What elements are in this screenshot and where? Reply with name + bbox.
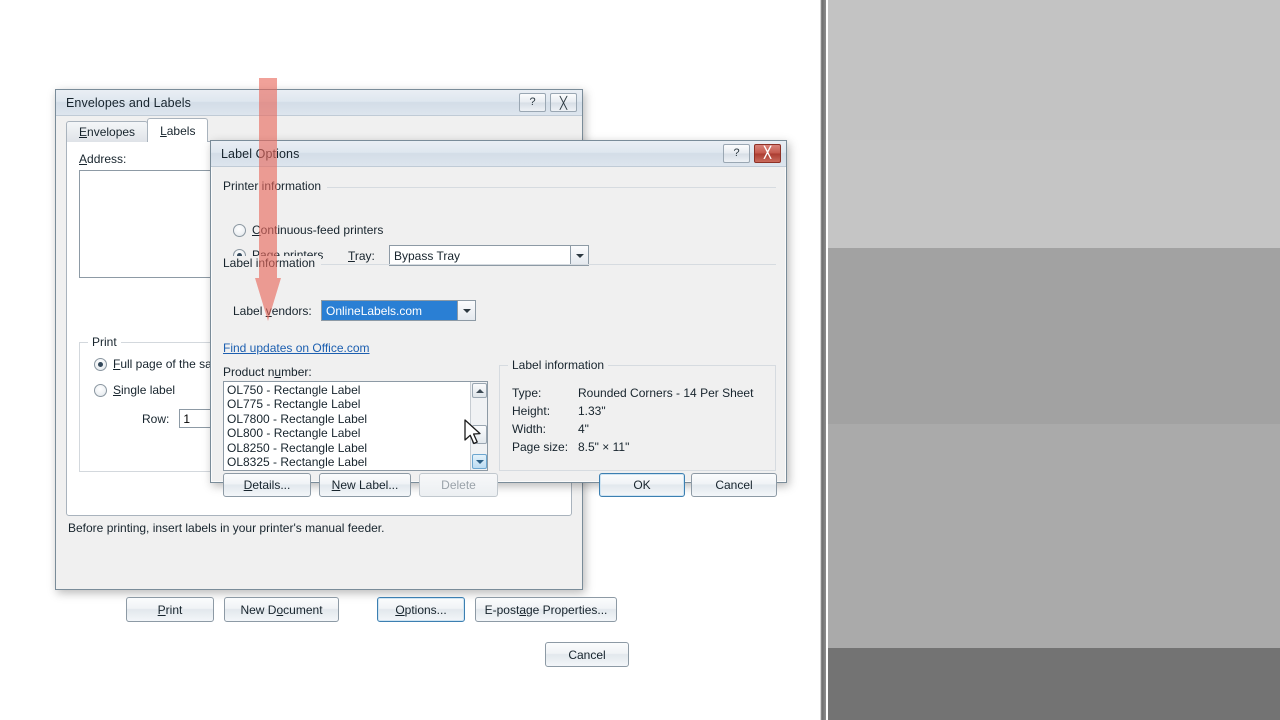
ok-button[interactable]: OK [599, 473, 685, 497]
background-band-2 [828, 140, 1280, 248]
envelopes-tabstrip: Envelopes Labels [66, 118, 209, 142]
new-label-button-label: New Label... [331, 478, 399, 492]
list-item[interactable]: OL775 - Rectangle Label [227, 397, 470, 411]
tray-combobox[interactable]: Bypass Tray [389, 245, 589, 266]
tray-combobox-value: Bypass Tray [389, 245, 571, 266]
radio-continuous-feed-label: Continuous-feed printers [252, 223, 384, 237]
info-height-value: 1.33" [578, 404, 606, 418]
help-icon[interactable]: ? [519, 93, 546, 112]
label-options-cancel-button[interactable]: Cancel [691, 473, 777, 497]
details-button[interactable]: Details... [223, 473, 311, 497]
new-document-button-label: New Document [240, 602, 323, 617]
tab-envelopes-mnemonic: E [79, 125, 88, 139]
print-group-legend: Print [88, 335, 121, 349]
radio-full-page-indicator [94, 357, 107, 371]
tab-labels[interactable]: Labels [147, 118, 209, 142]
chevron-down-icon[interactable] [571, 245, 589, 266]
background-band-1 [828, 0, 1280, 140]
label-options-dialog: Label Options ? ╳ Printer information Co… [210, 140, 787, 497]
background-band-3 [828, 248, 1280, 424]
row-label: Row: [142, 411, 170, 426]
find-updates-link[interactable]: Find updates on Office.com [223, 341, 370, 355]
info-width-value: 4" [578, 422, 589, 436]
radio-continuous-feed[interactable]: Continuous-feed printers [233, 223, 383, 237]
tab-labels-label: abels [166, 123, 196, 138]
options-button[interactable]: Options... [377, 597, 465, 622]
options-button-label: Options... [395, 602, 447, 617]
label-vendors-label: Label vendors: [233, 304, 312, 318]
list-item[interactable]: OL7800 - Rectangle Label [227, 412, 470, 426]
address-mnemonic: A [79, 152, 88, 166]
radio-single-label[interactable]: Single label [94, 383, 175, 397]
delete-button: Delete [419, 473, 498, 497]
radio-continuous-feed-indicator [233, 223, 246, 237]
product-number-listbox[interactable]: OL750 - Rectangle Label OL775 - Rectangl… [223, 381, 488, 471]
label-options-titlebar[interactable]: Label Options ? ╳ [211, 141, 786, 167]
printer-information-legend: Printer information [223, 179, 328, 193]
label-vendors-combobox-value: OnlineLabels.com [321, 300, 458, 321]
info-pagesize-value: 8.5" × 11" [578, 440, 630, 454]
address-label: Address: [79, 152, 126, 166]
info-width-key: Width: [512, 422, 547, 436]
chevron-down-icon[interactable] [458, 300, 476, 321]
label-info-panel-legend: Label information [508, 358, 609, 372]
envelopes-titlebar-buttons: ? ╳ [519, 93, 577, 112]
help-icon[interactable]: ? [723, 144, 750, 163]
printer-information-group: Printer information [223, 179, 776, 193]
new-label-button[interactable]: New Label... [319, 473, 411, 497]
info-type-value: Rounded Corners - 14 Per Sheet [578, 386, 754, 400]
radio-single-label-label: Single label [113, 383, 176, 397]
printing-hint: Before printing, insert labels in your p… [68, 521, 385, 535]
screen: Envelopes and Labels ? ╳ Envelopes Label… [0, 0, 1280, 720]
background-edge-dark [820, 0, 826, 720]
info-pagesize-key: Page size: [512, 440, 569, 454]
close-icon[interactable]: ╳ [550, 93, 577, 112]
new-document-button[interactable]: New Document [224, 597, 339, 622]
product-list-scrollbar[interactable] [470, 382, 487, 470]
address-label-rest: ddress: [87, 152, 127, 166]
print-button-label: Print [157, 602, 183, 617]
info-type-key: Type: [512, 386, 542, 400]
epostage-properties-button[interactable]: E-postage Properties... [475, 597, 617, 622]
epostage-properties-button-label: E-postage Properties... [484, 602, 608, 617]
radio-single-label-indicator [94, 383, 107, 397]
scrollbar-thumb[interactable] [472, 425, 487, 444]
product-number-list: OL750 - Rectangle Label OL775 - Rectangl… [224, 382, 470, 470]
envelopes-dialog-titlebar[interactable]: Envelopes and Labels ? ╳ [56, 90, 582, 116]
details-button-label: Details... [243, 478, 291, 492]
list-item[interactable]: OL8250 - Rectangle Label [227, 441, 470, 455]
tab-envelopes-label: nvelopes [87, 125, 136, 139]
label-vendors-combobox[interactable]: OnlineLabels.com [321, 300, 476, 321]
label-information-group: Label information [223, 256, 776, 270]
scroll-down-icon[interactable] [472, 454, 487, 469]
list-item[interactable]: OL800 - Rectangle Label [227, 426, 470, 440]
label-options-body: Printer information Continuous-feed prin… [211, 167, 786, 497]
list-item[interactable]: OL750 - Rectangle Label [227, 383, 470, 397]
close-icon[interactable]: ╳ [754, 144, 781, 163]
label-information-legend: Label information [223, 256, 322, 270]
background-edge-light [812, 0, 820, 720]
print-button[interactable]: Print [126, 597, 214, 622]
label-info-panel: Label information Type: Rounded Corners … [499, 358, 776, 471]
product-number-label: Product number: [223, 365, 312, 379]
tab-envelopes[interactable]: Envelopes [66, 121, 149, 142]
label-options-titlebar-buttons: ? ╳ [723, 144, 781, 163]
background-band-4 [828, 424, 1280, 648]
tray-label: Tray: [348, 249, 375, 263]
list-item[interactable]: OL8325 - Rectangle Label [227, 455, 470, 469]
tab-labels-mnemonic: L [160, 123, 167, 138]
label-options-title: Label Options [221, 146, 300, 161]
background-band-5 [828, 648, 1280, 720]
envelopes-dialog-title: Envelopes and Labels [66, 95, 192, 110]
scroll-up-icon[interactable] [472, 383, 487, 398]
envelopes-cancel-button[interactable]: Cancel [545, 642, 629, 667]
info-height-key: Height: [512, 404, 551, 418]
